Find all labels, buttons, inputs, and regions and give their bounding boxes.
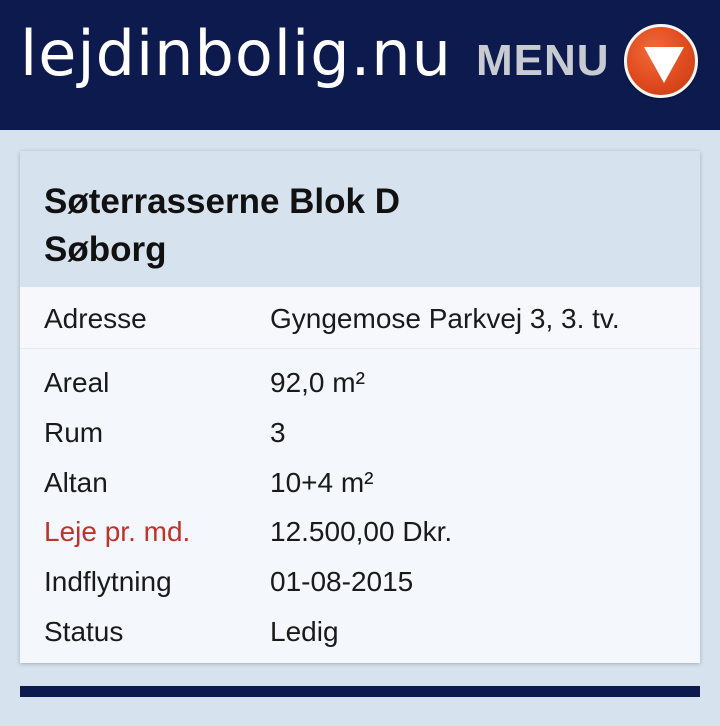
status-value: Ledig	[270, 616, 339, 647]
menu-label[interactable]: MENU	[476, 34, 610, 88]
detail-row-status: Status Ledig	[20, 615, 700, 665]
detail-label: Indflytning	[44, 566, 172, 597]
detail-label: Areal	[44, 367, 110, 398]
detail-row-altan: Altan 10+4 m²	[20, 466, 700, 516]
next-listing-card	[20, 686, 700, 726]
detail-value: 10+4 m²	[270, 467, 374, 498]
detail-value: 01-08-2015	[270, 566, 414, 597]
triangle-down-icon	[644, 47, 684, 83]
address-label: Adresse	[44, 303, 147, 334]
listing-title-city: Søborg	[44, 230, 167, 269]
detail-row-rum: Rum 3	[20, 416, 700, 466]
listing-title-name: Søterrasserne Blok D	[44, 182, 400, 221]
address-value: Gyngemose Parkvej 3, 3. tv.	[270, 303, 620, 334]
detail-value: 3	[270, 417, 286, 448]
detail-row-rent: Leje pr. md. 12.500,00 Dkr.	[20, 515, 700, 565]
detail-row-areal: Areal 92,0 m²	[20, 366, 700, 416]
rent-value: 12.500,00 Dkr.	[270, 516, 453, 547]
menu-button[interactable]	[624, 24, 698, 98]
detail-row-move-in: Indflytning 01-08-2015	[20, 565, 700, 615]
rent-label: Leje pr. md.	[44, 516, 191, 547]
detail-label: Rum	[44, 417, 104, 448]
address-row: Adresse Gyngemose Parkvej 3, 3. tv.	[20, 287, 700, 349]
site-header: lejdinbolig.nu MENU	[0, 0, 720, 130]
listing-title: Søterrasserne Blok D Søborg	[20, 151, 700, 287]
detail-value: 92,0 m²	[270, 367, 365, 398]
detail-label: Status	[44, 616, 124, 647]
site-logo[interactable]: lejdinbolig.nu	[20, 14, 452, 94]
detail-label: Altan	[44, 467, 108, 498]
listing-card: Søterrasserne Blok D Søborg Adresse Gyng…	[20, 151, 700, 663]
